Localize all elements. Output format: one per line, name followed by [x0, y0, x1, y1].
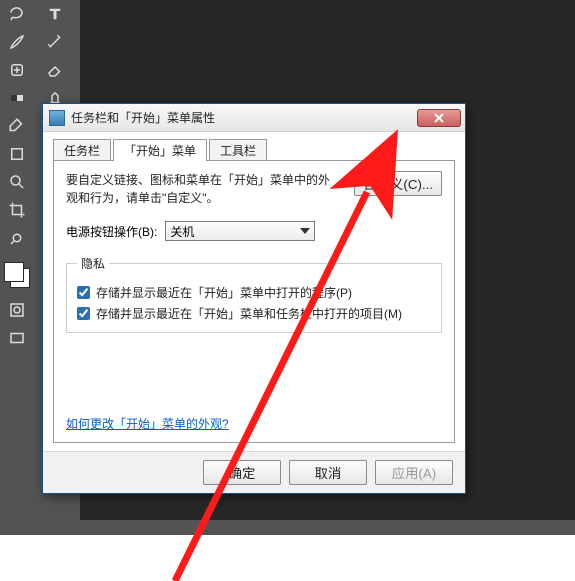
- apply-button[interactable]: 应用(A): [375, 460, 453, 485]
- customize-description: 要自定义链接、图标和菜单在「开始」菜单中的外观和行为，请单击"自定义"。: [66, 171, 338, 207]
- lasso-icon[interactable]: [3, 2, 31, 26]
- screen-mode-icon[interactable]: [3, 326, 31, 350]
- privacy-legend: 隐私: [77, 255, 109, 272]
- privacy-check-items[interactable]: 存储并显示最近在「开始」菜单和任务栏中打开的项目(M): [77, 305, 431, 322]
- tool-strip-left-1: [0, 0, 34, 540]
- dialog-body: 任务栏 「开始」菜单 工具栏 要自定义链接、图标和菜单在「开始」菜单中的外观和行…: [43, 132, 465, 451]
- tab-panel-start-menu: 要自定义链接、图标和菜单在「开始」菜单中的外观和行为，请单击"自定义"。 自定义…: [53, 160, 455, 443]
- privacy-group: 隐私 存储并显示最近在「开始」菜单中打开的程序(P) 存储并显示最近在「开始」菜…: [66, 255, 442, 333]
- window-title: 任务栏和「开始」菜单属性: [71, 109, 417, 126]
- pen-icon[interactable]: [3, 114, 31, 138]
- customize-button[interactable]: 自定义(C)...: [354, 171, 442, 196]
- eraser-icon[interactable]: [41, 58, 69, 82]
- power-button-value: 关机: [170, 223, 194, 240]
- brush-icon[interactable]: [3, 30, 31, 54]
- crop-icon[interactable]: [3, 198, 31, 222]
- tabs-row: 任务栏 「开始」菜单 工具栏: [53, 138, 455, 160]
- properties-dialog: 任务栏和「开始」菜单属性 任务栏 「开始」菜单 工具栏 要自定义链接、图标和菜单…: [42, 103, 466, 494]
- help-link[interactable]: 如何更改「开始」菜单的外观?: [66, 417, 229, 431]
- ok-button[interactable]: 确定: [203, 460, 281, 485]
- cancel-button[interactable]: 取消: [289, 460, 367, 485]
- dodge-icon[interactable]: [3, 226, 31, 250]
- shape-icon[interactable]: [3, 142, 31, 166]
- power-button-label: 电源按钮操作(B):: [66, 223, 157, 240]
- wand-icon[interactable]: [41, 30, 69, 54]
- privacy-check-items-label: 存储并显示最近在「开始」菜单和任务栏中打开的项目(M): [96, 305, 402, 322]
- quickmask-icon[interactable]: [3, 298, 31, 322]
- type-icon[interactable]: [41, 2, 69, 26]
- chevron-down-icon: [300, 228, 310, 234]
- spot-heal-icon[interactable]: [3, 58, 31, 82]
- power-button-combo[interactable]: 关机: [165, 221, 315, 241]
- privacy-check-programs-input[interactable]: [77, 286, 90, 299]
- titlebar[interactable]: 任务栏和「开始」菜单属性: [43, 104, 465, 132]
- window-icon: [49, 110, 65, 126]
- privacy-check-programs[interactable]: 存储并显示最近在「开始」菜单中打开的程序(P): [77, 284, 431, 301]
- tab-toolbars[interactable]: 工具栏: [209, 139, 267, 161]
- close-button[interactable]: [417, 109, 461, 127]
- tab-start-menu[interactable]: 「开始」菜单: [113, 139, 207, 161]
- zoom-icon[interactable]: [3, 170, 31, 194]
- gradient-icon[interactable]: [3, 86, 31, 110]
- status-bar: [0, 535, 575, 581]
- privacy-check-programs-label: 存储并显示最近在「开始」菜单中打开的程序(P): [96, 284, 352, 301]
- dialog-footer: 确定 取消 应用(A): [43, 451, 465, 493]
- privacy-check-items-input[interactable]: [77, 307, 90, 320]
- color-swatch[interactable]: [2, 260, 32, 294]
- tab-taskbar[interactable]: 任务栏: [53, 139, 111, 161]
